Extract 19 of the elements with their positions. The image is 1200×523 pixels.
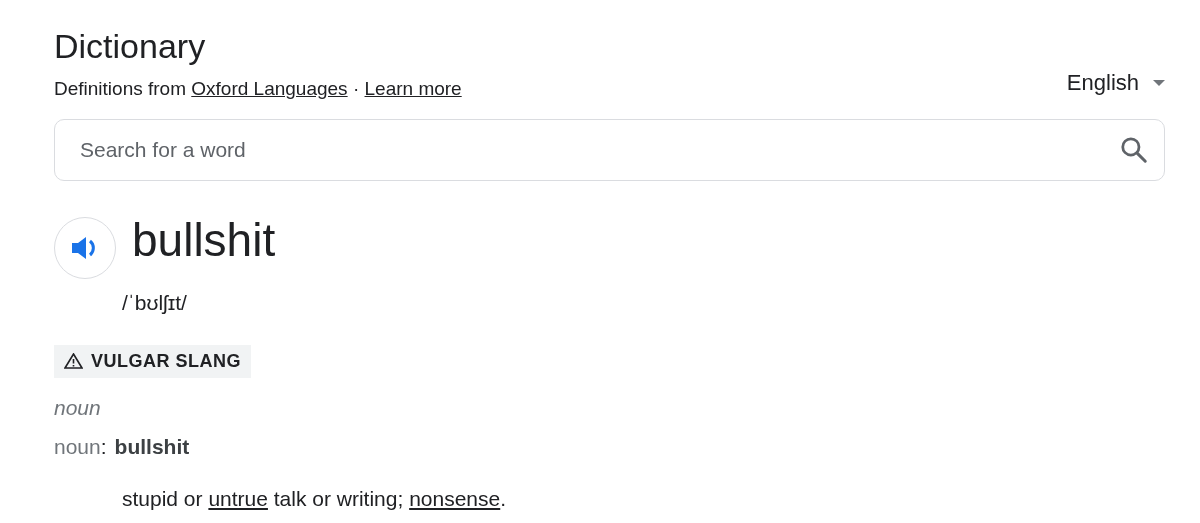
- sense-label: noun: [54, 434, 101, 461]
- phonetic-text: /ˈbʊlʃɪt/: [122, 290, 188, 317]
- word-link[interactable]: nonsense: [409, 486, 501, 510]
- headword-title: bullshit: [132, 217, 276, 264]
- warning-icon: [64, 353, 83, 370]
- search-field[interactable]: Search for a word: [54, 119, 1165, 182]
- headword-text: bullshit: [114, 434, 190, 461]
- caret-icon: [1153, 79, 1165, 86]
- definition-text: stupid or untrue talk or writing; nonsense.: [122, 485, 508, 512]
- source-link[interactable]: Oxford Languages: [191, 77, 348, 99]
- part-of-speech: noun: [54, 394, 102, 421]
- search-icon[interactable]: [1119, 135, 1149, 166]
- register-label: VULGAR SLANG: [91, 349, 241, 373]
- separator-text: :: [100, 434, 107, 461]
- dictionary-title: Dictionary: [54, 26, 207, 67]
- word-link[interactable]: untrue: [208, 486, 268, 510]
- source-line: Definitions from Oxford Languages · Learn more: [54, 76, 462, 101]
- language-dropdown[interactable]: English: [1066, 66, 1165, 100]
- source-link[interactable]: Learn more: [364, 77, 462, 99]
